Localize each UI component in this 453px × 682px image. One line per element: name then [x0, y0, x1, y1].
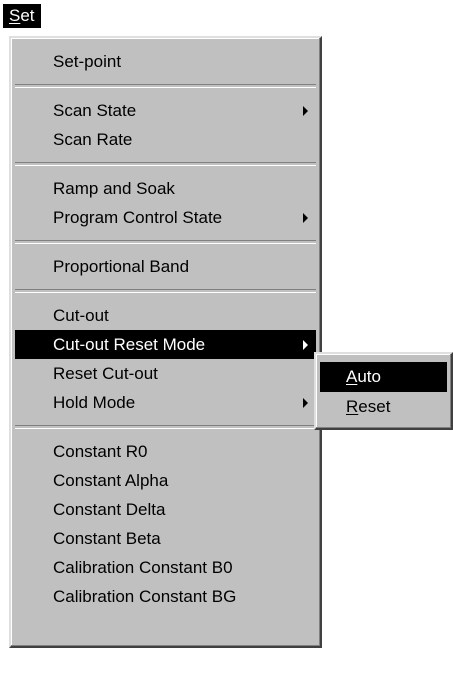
menu-item-label: Constant Alpha	[53, 471, 169, 490]
menu-item-calibration-constant-b0[interactable]: Calibration Constant B0	[15, 553, 316, 582]
menu-item-scan-state[interactable]: Scan State	[15, 96, 316, 125]
menu-item-constant-delta[interactable]: Constant Delta	[15, 495, 316, 524]
submenu-item-auto[interactable]: Auto	[320, 362, 447, 392]
menu-item-program-control-state[interactable]: Program Control State	[15, 203, 316, 232]
menu-item-reset-cut-out[interactable]: Reset Cut-out	[15, 359, 316, 388]
menu-item-hold-mode[interactable]: Hold Mode	[15, 388, 316, 417]
submenu-arrow-icon	[303, 340, 308, 350]
submenu-item-reset[interactable]: Reset	[320, 392, 447, 422]
submenu-item-label-rest: eset	[358, 397, 391, 416]
menu-item-label: Calibration Constant B0	[53, 558, 233, 577]
menu-item-cut-out[interactable]: Cut-out	[15, 301, 316, 330]
menu-item-label: Scan Rate	[53, 130, 133, 149]
menu-item-label: Constant R0	[53, 442, 148, 461]
menu-item-label: Ramp and Soak	[53, 179, 175, 198]
cut-out-reset-mode-submenu: Auto Reset	[314, 352, 453, 430]
menu-separator	[15, 425, 316, 429]
submenu-item-label-rest: uto	[357, 367, 381, 386]
menu-separator	[15, 240, 316, 244]
menu-item-scan-rate[interactable]: Scan Rate	[15, 125, 316, 154]
menu-item-label: Cut-out	[53, 306, 109, 325]
menu-item-label: Cut-out Reset Mode	[53, 335, 206, 354]
menu-item-label: Hold Mode	[53, 393, 136, 412]
submenu-arrow-icon	[303, 213, 308, 223]
screen: Set Set-point Scan State Scan Rate Ramp …	[0, 0, 453, 682]
menu-item-constant-r0[interactable]: Constant R0	[15, 437, 316, 466]
submenu-item-mnemonic: R	[346, 397, 359, 416]
menu-item-label: Proportional Band	[53, 257, 190, 276]
menu-item-label: Scan State	[53, 101, 137, 120]
submenu-arrow-icon	[303, 398, 308, 408]
menu-item-label: Set-point	[53, 52, 122, 71]
menu-separator	[15, 289, 316, 293]
submenu-item-mnemonic: A	[346, 367, 358, 386]
menu-separator	[15, 84, 316, 88]
submenu-arrow-icon	[303, 106, 308, 116]
menu-title-rest: et	[20, 6, 35, 25]
menu-item-label: Calibration Constant BG	[53, 587, 237, 606]
set-menu: Set-point Scan State Scan Rate Ramp and …	[9, 36, 322, 648]
menu-item-label: Program Control State	[53, 208, 223, 227]
menu-item-constant-beta[interactable]: Constant Beta	[15, 524, 316, 553]
menu-item-constant-alpha[interactable]: Constant Alpha	[15, 466, 316, 495]
menu-item-proportional-band[interactable]: Proportional Band	[15, 252, 316, 281]
menu-title-mnemonic: S	[9, 6, 21, 25]
menu-item-label: Constant Delta	[53, 500, 166, 519]
menu-item-label: Constant Beta	[53, 529, 161, 548]
menu-item-cut-out-reset-mode[interactable]: Cut-out Reset Mode	[15, 330, 316, 359]
menu-item-calibration-constant-bg[interactable]: Calibration Constant BG	[15, 582, 316, 611]
menu-item-set-point[interactable]: Set-point	[15, 47, 316, 76]
menu-item-label: Reset Cut-out	[53, 364, 158, 383]
menu-item-ramp-and-soak[interactable]: Ramp and Soak	[15, 174, 316, 203]
menu-set-title[interactable]: Set	[3, 4, 41, 28]
menu-separator	[15, 162, 316, 166]
